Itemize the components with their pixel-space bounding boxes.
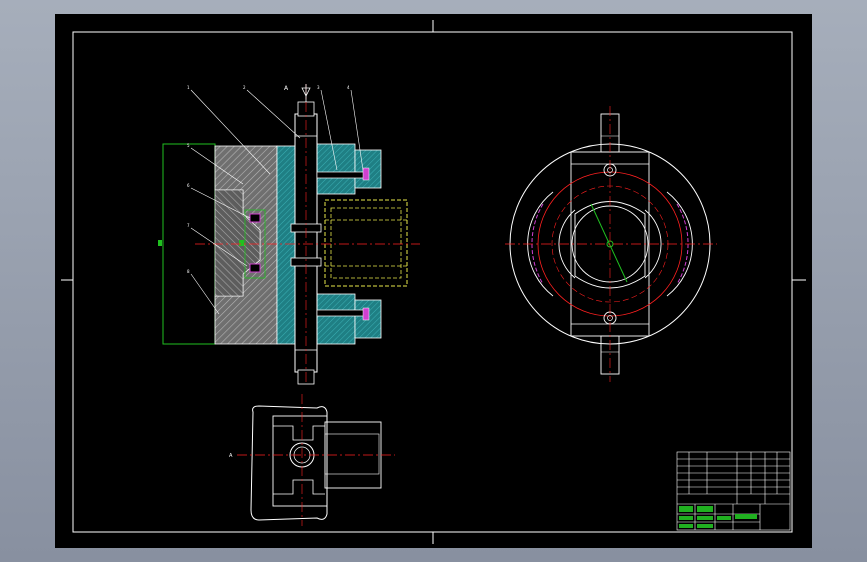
top-view: A <box>229 394 395 526</box>
balloon-7: 7 <box>187 223 190 228</box>
inner-frame <box>72 31 793 533</box>
frame-ticks <box>61 20 806 544</box>
balloon-3: 3 <box>317 85 320 90</box>
balloon-4: 4 <box>347 85 350 90</box>
title-block <box>676 451 791 531</box>
drawing-sheet[interactable]: A 1 2 3 4 5 6 7 8 A <box>55 14 812 548</box>
balloon-1: 1 <box>187 85 190 90</box>
section-marker: A <box>229 453 233 459</box>
title-block-green <box>679 506 757 528</box>
balloon-8: 8 <box>187 269 190 274</box>
cad-viewport[interactable]: A 1 2 3 4 5 6 7 8 A <box>0 0 867 562</box>
drawing-canvas: A 1 2 3 4 5 6 7 8 A <box>61 20 806 544</box>
front-section-view: A 1 2 3 4 5 6 7 8 <box>158 84 420 385</box>
workpiece-hidden <box>324 199 408 287</box>
fixture-outline <box>162 143 216 345</box>
view-marker: A <box>284 85 289 92</box>
side-view <box>505 106 717 382</box>
balloon-6: 6 <box>187 183 190 188</box>
balloon-2: 2 <box>243 85 246 90</box>
